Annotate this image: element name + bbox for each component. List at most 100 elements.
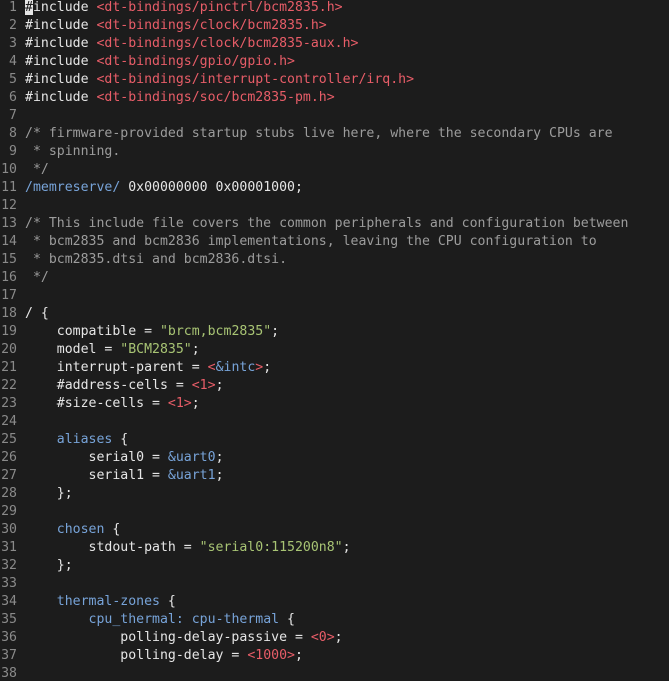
code-text[interactable]: };	[25, 557, 73, 575]
code-line[interactable]: 11/memreserve/ 0x00000000 0x00001000;	[0, 179, 669, 197]
line-number: 18	[1, 306, 17, 321]
code-line[interactable]: 14 * bcm2835 and bcm2836 implementations…	[0, 233, 669, 251]
token-normal: serial1 =	[25, 468, 168, 483]
code-line[interactable]: 23 #size-cells = <1>;	[0, 395, 669, 413]
code-line[interactable]: 5 #include <dt-bindings/interrupt-control…	[0, 71, 669, 89]
code-line[interactable]: 32 };	[0, 557, 669, 575]
code-text[interactable]: aliases {	[25, 431, 128, 449]
code-line[interactable]: 24	[0, 413, 669, 431]
code-text[interactable]: * bcm2835 and bcm2836 implementations, l…	[25, 233, 597, 251]
code-text[interactable]: * bcm2835.dtsi and bcm2836.dtsi.	[25, 251, 287, 269]
code-text[interactable]: /memreserve/ 0x00000000 0x00001000;	[25, 179, 303, 197]
code-text[interactable]: polling-delay-passive = <0>;	[25, 629, 343, 647]
code-line[interactable]: 37 polling-delay = <1000>;	[0, 647, 669, 665]
code-line[interactable]: 15 * bcm2835.dtsi and bcm2836.dtsi.	[0, 251, 669, 269]
code-line[interactable]: 21 interrupt-parent = <&intc>;	[0, 359, 669, 377]
code-line[interactable]: 13 /* This include file covers the common…	[0, 215, 669, 233]
code-text[interactable]: */	[25, 269, 49, 287]
code-line[interactable]: 4 #include <dt-bindings/gpio/gpio.h>	[0, 53, 669, 71]
token-number: <	[207, 360, 216, 375]
code-line[interactable]: 12	[0, 197, 669, 215]
code-text[interactable]: #include <dt-bindings/pinctrl/bcm2835.h>	[25, 0, 343, 17]
code-line[interactable]: 1 #include <dt-bindings/pinctrl/bcm2835.h…	[0, 0, 669, 17]
code-line[interactable]: 33	[0, 575, 669, 593]
code-line[interactable]: 2 #include <dt-bindings/clock/bcm2835.h>	[0, 17, 669, 35]
code-text[interactable]: #include <dt-bindings/clock/bcm2835-aux.…	[25, 35, 358, 53]
code-text[interactable]: #include <dt-bindings/interrupt-controll…	[25, 71, 414, 89]
code-text[interactable]: #address-cells = <1>;	[25, 377, 224, 395]
code-line[interactable]: 9 * spinning.	[0, 143, 669, 161]
code-text[interactable]: */	[25, 161, 49, 179]
line-number: 35	[1, 612, 17, 627]
line-number: 5	[9, 72, 17, 87]
code-text[interactable]: cpu_thermal: cpu-thermal {	[25, 611, 295, 629]
code-line[interactable]: 17	[0, 287, 669, 305]
line-number: 27	[1, 468, 17, 483]
token-normal: include	[32, 0, 97, 15]
token-comment: * spinning.	[25, 144, 121, 159]
token-normal: #include	[25, 54, 97, 69]
code-line[interactable]: 27 serial1 = &uart1;	[0, 467, 669, 485]
token-normal: polling-delay-passive =	[25, 630, 311, 645]
code-line[interactable]: 34 thermal-zones {	[0, 593, 669, 611]
code-text[interactable]: /* This include file covers the common p…	[25, 215, 628, 233]
token-ref: &uart1	[167, 468, 216, 483]
code-text[interactable]: #include <dt-bindings/gpio/gpio.h>	[25, 53, 295, 71]
token-normal: ;	[191, 342, 200, 357]
code-text[interactable]: compatible = "brcm,bcm2835";	[25, 323, 279, 341]
token-normal: {	[159, 594, 176, 609]
code-line[interactable]: 6 #include <dt-bindings/soc/bcm2835-pm.h>	[0, 89, 669, 107]
code-line[interactable]: 7	[0, 107, 669, 125]
token-normal: #size-cells =	[25, 396, 168, 411]
line-number: 31	[1, 540, 17, 555]
code-line[interactable]: 22 #address-cells = <1>;	[0, 377, 669, 395]
line-number: 32	[1, 558, 17, 573]
code-line[interactable]: 36 polling-delay-passive = <0>;	[0, 629, 669, 647]
code-line[interactable]: 18 / {	[0, 305, 669, 323]
token-string: <dt-bindings/interrupt-controller/irq.h>	[96, 72, 415, 87]
code-text[interactable]: / {	[25, 305, 49, 323]
code-line[interactable]: 10 */	[0, 161, 669, 179]
code-text[interactable]: polling-delay = <1000>;	[25, 647, 303, 665]
token-normal	[25, 612, 89, 627]
code-text[interactable]: * spinning.	[25, 143, 120, 161]
code-text[interactable]: #include <dt-bindings/soc/bcm2835-pm.h>	[25, 89, 335, 107]
code-line[interactable]: 31 stdout-path = "serial0:115200n8";	[0, 539, 669, 557]
code-text[interactable]: stdout-path = "serial0:115200n8";	[25, 539, 351, 557]
code-text[interactable]: #include <dt-bindings/clock/bcm2835.h>	[25, 17, 327, 35]
code-text[interactable]: serial0 = &uart0;	[25, 449, 224, 467]
line-number: 13	[1, 216, 17, 231]
line-number: 20	[1, 342, 17, 357]
code-text[interactable]: interrupt-parent = <&intc>;	[25, 359, 271, 377]
code-line[interactable]: 20 model = "BCM2835";	[0, 341, 669, 359]
code-text[interactable]: };	[25, 485, 73, 503]
token-normal: ;	[334, 630, 343, 645]
code-line[interactable]: 3 #include <dt-bindings/clock/bcm2835-aux…	[0, 35, 669, 53]
code-editor[interactable]: 1 #include <dt-bindings/pinctrl/bcm2835.h…	[0, 0, 669, 681]
code-line[interactable]: 35 cpu_thermal: cpu-thermal {	[0, 611, 669, 629]
code-line[interactable]: 29	[0, 503, 669, 521]
line-number: 23	[1, 396, 17, 411]
line-number: 26	[1, 450, 17, 465]
code-line[interactable]: 25 aliases {	[0, 431, 669, 449]
code-text[interactable]: thermal-zones {	[25, 593, 176, 611]
code-text[interactable]: /* firmware-provided startup stubs live …	[25, 125, 613, 143]
code-line[interactable]: 30 chosen {	[0, 521, 669, 539]
line-number: 2	[9, 18, 17, 33]
token-normal: };	[25, 486, 73, 501]
line-number: 1	[9, 0, 17, 15]
code-line[interactable]: 19 compatible = "brcm,bcm2835";	[0, 323, 669, 341]
line-number: 29	[1, 504, 17, 519]
code-line[interactable]: 26 serial0 = &uart0;	[0, 449, 669, 467]
line-number: 21	[1, 360, 17, 375]
token-normal: #include	[25, 72, 97, 87]
code-line[interactable]: 8 /* firmware-provided startup stubs live…	[0, 125, 669, 143]
line-number: 6	[9, 90, 17, 105]
code-line[interactable]: 38	[0, 665, 669, 681]
code-text[interactable]: model = "BCM2835";	[25, 341, 200, 359]
code-text[interactable]: serial1 = &uart1;	[25, 467, 224, 485]
code-line[interactable]: 28 };	[0, 485, 669, 503]
code-text[interactable]: chosen {	[25, 521, 121, 539]
code-line[interactable]: 16 */	[0, 269, 669, 287]
code-text[interactable]: #size-cells = <1>;	[25, 395, 200, 413]
